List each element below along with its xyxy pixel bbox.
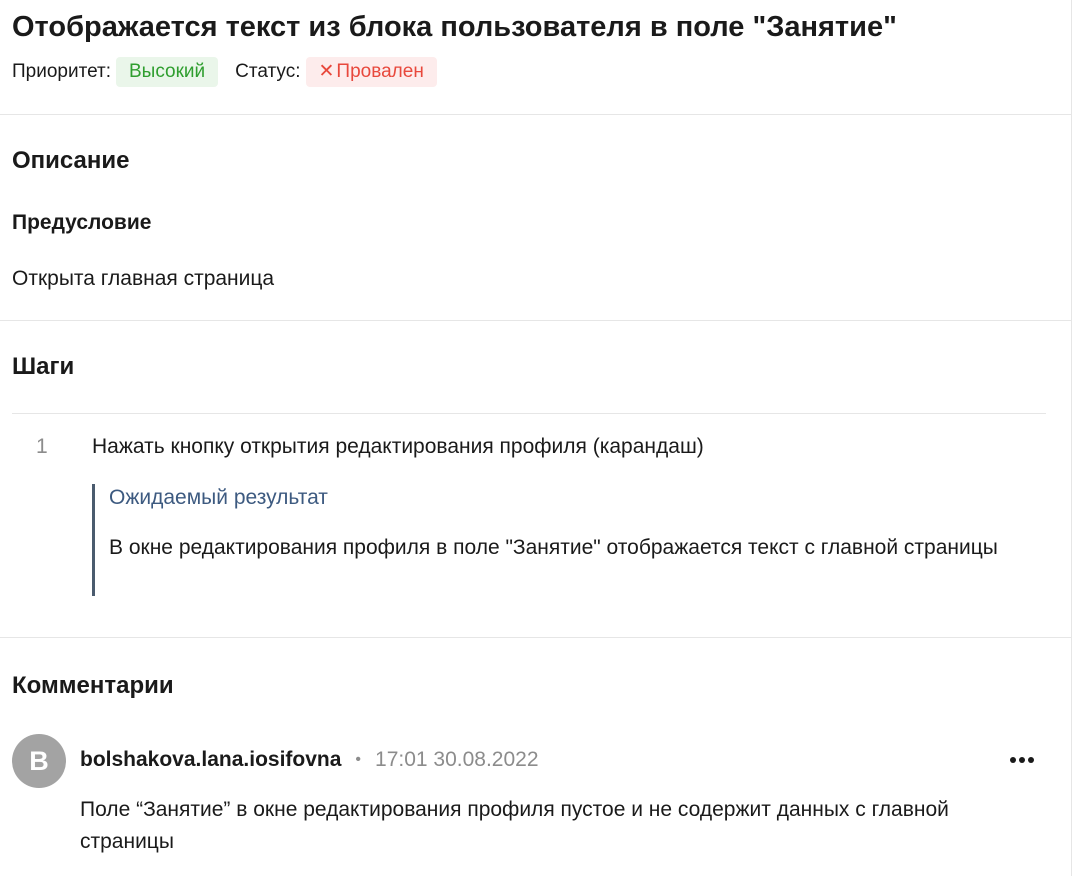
- divider: [0, 114, 1071, 115]
- steps-heading: Шаги: [12, 353, 75, 380]
- precondition-heading: Предусловие: [12, 211, 152, 234]
- testcase-header: Отображается текст из блока пользователя…: [0, 0, 1072, 104]
- x-icon: ✕: [318, 61, 335, 82]
- comment-text: Поле “Занятие” в окне редактирования про…: [80, 798, 949, 853]
- status-badge: ✕ Провален: [305, 57, 437, 87]
- priority-badge: Высокий: [116, 57, 219, 87]
- step-action: Нажать кнопку открытия редактирования пр…: [92, 435, 704, 458]
- step-number: 1: [36, 435, 48, 458]
- comment-header: bolshakova.lana.iosifovna • 17:01 30.08.…: [80, 745, 539, 775]
- divider: [0, 320, 1071, 321]
- divider: [0, 637, 1071, 638]
- expected-result-block: Ожидаемый результат В окне редактировани…: [92, 484, 1052, 596]
- comment-author: bolshakova.lana.iosifovna: [80, 748, 342, 771]
- precondition-text: Открыта главная страница: [12, 267, 275, 290]
- comments-heading: Комментарии: [12, 672, 174, 699]
- description-heading: Описание: [12, 147, 130, 174]
- comment-more-button[interactable]: [1006, 744, 1038, 776]
- comment-separator: •: [355, 751, 362, 768]
- testcase-meta: Приоритет: Высокий Статус: ✕ Провален: [12, 57, 1060, 87]
- expected-result-text: В окне редактирования профиля в поле "За…: [109, 536, 998, 559]
- page-title: Отображается текст из блока пользователя…: [12, 11, 897, 43]
- steps-divider: [12, 413, 1046, 414]
- priority-label: Приоритет:: [12, 61, 111, 82]
- status-value: Провален: [336, 61, 424, 82]
- avatar: B: [12, 734, 66, 788]
- status-label: Статус:: [235, 61, 301, 82]
- more-horizontal-icon: [1010, 757, 1034, 763]
- expected-result-label: Ожидаемый результат: [109, 486, 328, 509]
- comment-timestamp: 17:01 30.08.2022: [375, 748, 539, 771]
